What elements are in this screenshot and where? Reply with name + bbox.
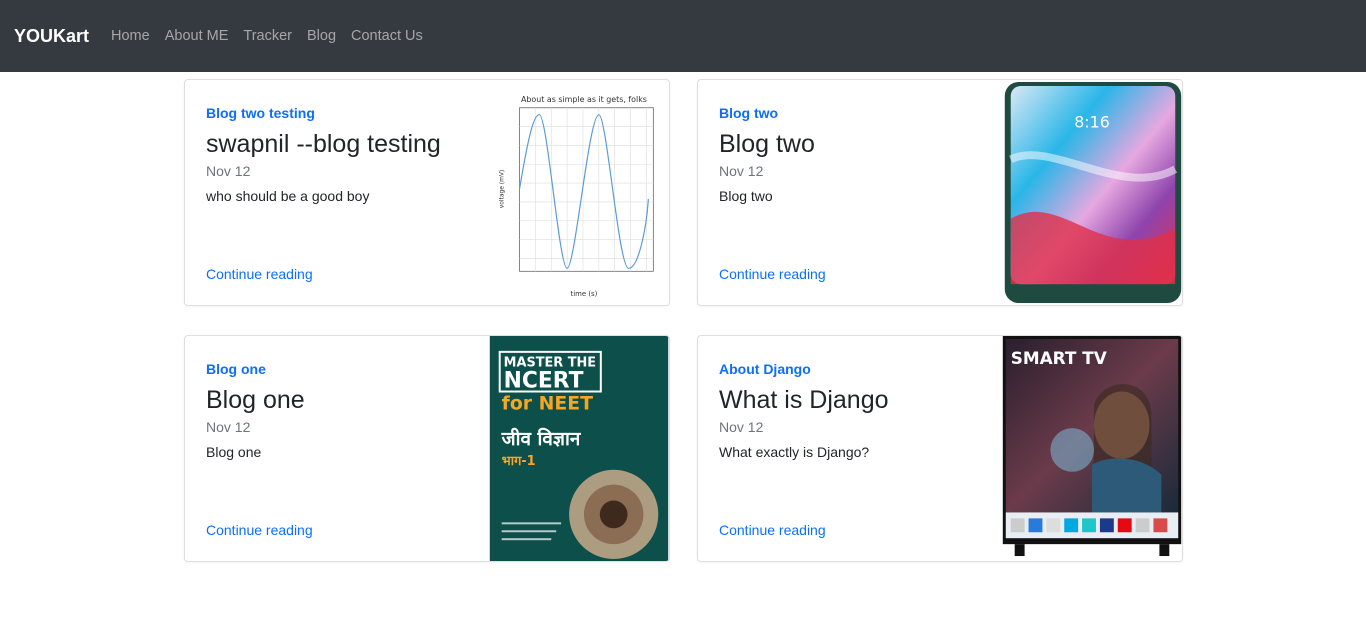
top-navbar: YOUKart Home About ME Tracker Blog Conta… <box>0 0 1366 72</box>
continue-reading-link[interactable]: Continue reading <box>719 266 826 282</box>
plot-xlabel: time (s) <box>571 290 598 298</box>
card-title: Blog one <box>206 386 305 414</box>
card-title: swapnil --blog testing <box>206 130 441 158</box>
card-title: What is Django <box>719 386 889 414</box>
blog-card: About Django What is Django Nov 12 What … <box>697 335 1183 562</box>
card-excerpt: Blog two <box>719 188 773 204</box>
card-date: Nov 12 <box>719 163 764 179</box>
card-title: Blog two <box>719 130 815 158</box>
card-category[interactable]: Blog two <box>719 105 778 121</box>
tv-label: SMART TV <box>1011 348 1107 368</box>
card-date: Nov 12 <box>719 419 764 435</box>
card-category[interactable]: Blog two testing <box>206 105 315 121</box>
nav-link-contact[interactable]: Contact Us <box>351 28 423 44</box>
book-title-line3: for NEET <box>502 393 593 414</box>
card-category[interactable]: About Django <box>719 361 811 377</box>
book-title-line2: NCERT <box>504 369 584 394</box>
card-date: Nov 12 <box>206 419 251 435</box>
brand-logo[interactable]: YOUKart <box>14 26 89 47</box>
card-body: Blog one Blog one Nov 12 Blog one Contin… <box>206 336 486 561</box>
card-date: Nov 12 <box>206 163 251 179</box>
tv-thumbnail: SMART TV <box>1002 336 1182 561</box>
card-body: About Django What is Django Nov 12 What … <box>719 336 999 561</box>
book-title-hindi: जीव विज्ञान <box>501 427 582 450</box>
card-body: Blog two Blog two Nov 12 Blog two Contin… <box>719 80 999 305</box>
nav-link-about[interactable]: About ME <box>165 28 229 44</box>
nav-link-home[interactable]: Home <box>111 28 150 44</box>
book-title-part: भाग-1 <box>502 454 536 469</box>
continue-reading-link[interactable]: Continue reading <box>206 266 313 282</box>
blog-card: Blog two Blog two Nov 12 Blog two Contin… <box>697 79 1183 306</box>
phone-thumbnail: 8:16 <box>1002 80 1182 305</box>
plot-title: About as simple as it gets, folks <box>521 95 647 104</box>
book-cover-thumbnail: MASTER THE NCERT for NEET जीव विज्ञान भा… <box>489 336 669 561</box>
nav-link-blog[interactable]: Blog <box>307 28 336 44</box>
card-excerpt: Blog one <box>206 444 262 460</box>
phone-clock: 8:16 <box>1074 113 1110 132</box>
card-excerpt: who should be a good boy <box>206 188 370 204</box>
blog-card: Blog two testing swapnil --blog testing … <box>184 79 670 306</box>
card-category[interactable]: Blog one <box>206 361 266 377</box>
plot-ylabel: voltage (mV) <box>499 170 506 209</box>
continue-reading-link[interactable]: Continue reading <box>206 522 313 538</box>
card-excerpt: What exactly is Django? <box>719 444 870 460</box>
blog-card: Blog one Blog one Nov 12 Blog one Contin… <box>184 335 670 562</box>
card-body: Blog two testing swapnil --blog testing … <box>206 80 486 305</box>
nav-link-tracker[interactable]: Tracker <box>243 28 292 44</box>
continue-reading-link[interactable]: Continue reading <box>719 522 826 538</box>
sine-plot-thumbnail: About as simple as it gets, folks time (… <box>489 80 669 305</box>
